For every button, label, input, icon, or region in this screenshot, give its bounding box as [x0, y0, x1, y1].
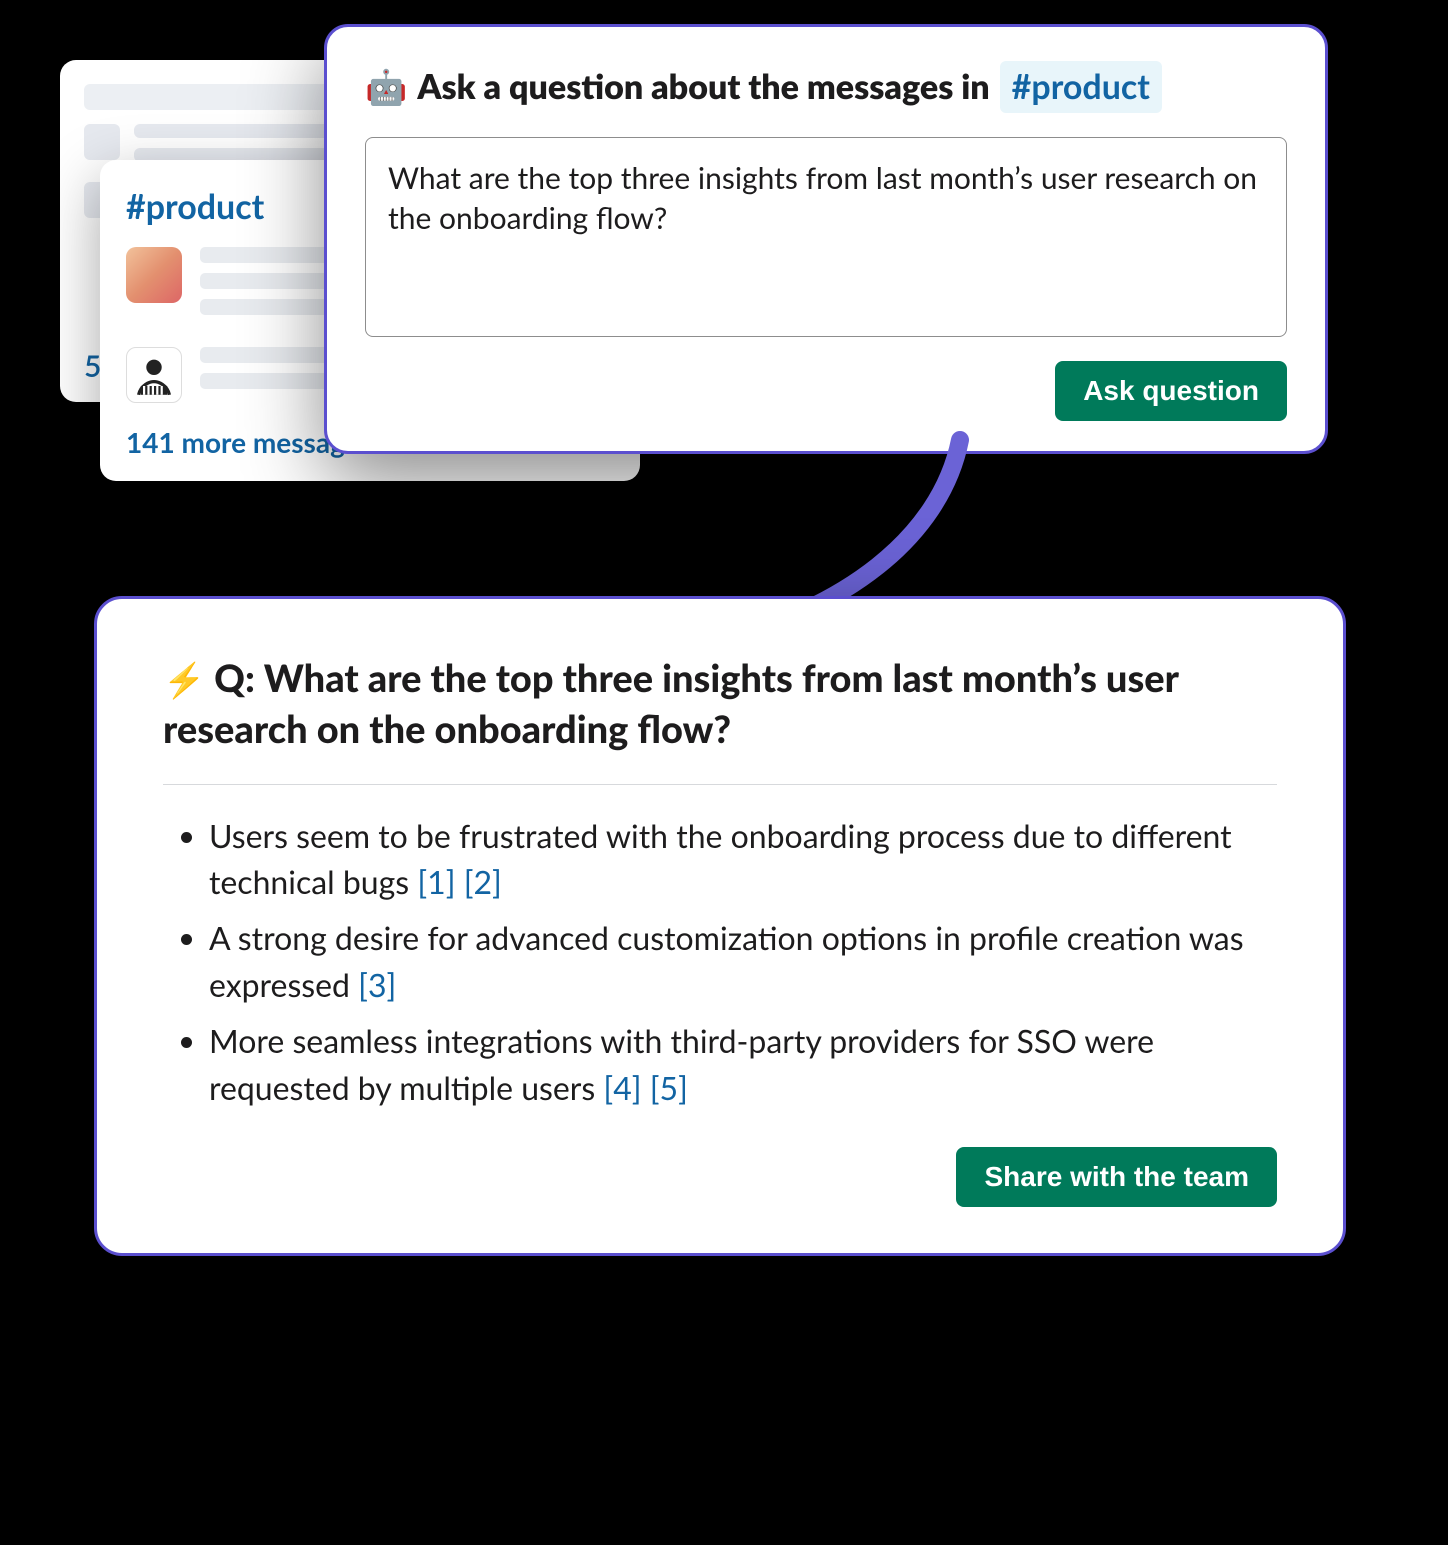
avatar: [126, 347, 182, 403]
question-input[interactable]: [365, 137, 1287, 337]
robot-icon: 🤖: [365, 63, 407, 111]
ask-question-button[interactable]: Ask question: [1055, 361, 1287, 421]
placeholder-avatar: [84, 124, 120, 160]
ask-panel: 🤖 Ask a question about the messages in #…: [324, 24, 1328, 454]
share-button[interactable]: Share with the team: [956, 1147, 1277, 1207]
q-prefix: Q:: [214, 655, 255, 701]
insights-list: Users seem to be frustrated with the onb…: [163, 813, 1277, 1111]
reference-link[interactable]: [5]: [650, 1068, 688, 1107]
reference-link[interactable]: [1]: [417, 862, 455, 901]
reference-link[interactable]: [4]: [603, 1068, 641, 1107]
avatar: [126, 247, 182, 303]
ask-panel-title: 🤖 Ask a question about the messages in #…: [365, 61, 1287, 113]
insight-item: Users seem to be frustrated with the onb…: [209, 813, 1277, 906]
reference-link[interactable]: [2]: [464, 862, 502, 901]
reference-link[interactable]: [3]: [358, 965, 396, 1004]
insight-item: More seamless integrations with third-pa…: [209, 1018, 1277, 1111]
ask-title-text: Ask a question about the messages in: [417, 63, 989, 111]
answer-panel: ⚡ Q: What are the top three insights fro…: [94, 596, 1346, 1256]
answer-question-title: ⚡ Q: What are the top three insights fro…: [163, 653, 1277, 785]
bolt-icon: ⚡: [163, 659, 205, 700]
channel-chip[interactable]: #product: [1000, 61, 1162, 113]
q-text: What are the top three insights from las…: [163, 655, 1178, 752]
insight-item: A strong desire for advanced customizati…: [209, 915, 1277, 1008]
insight-text: Users seem to be frustrated with the onb…: [209, 816, 1232, 901]
